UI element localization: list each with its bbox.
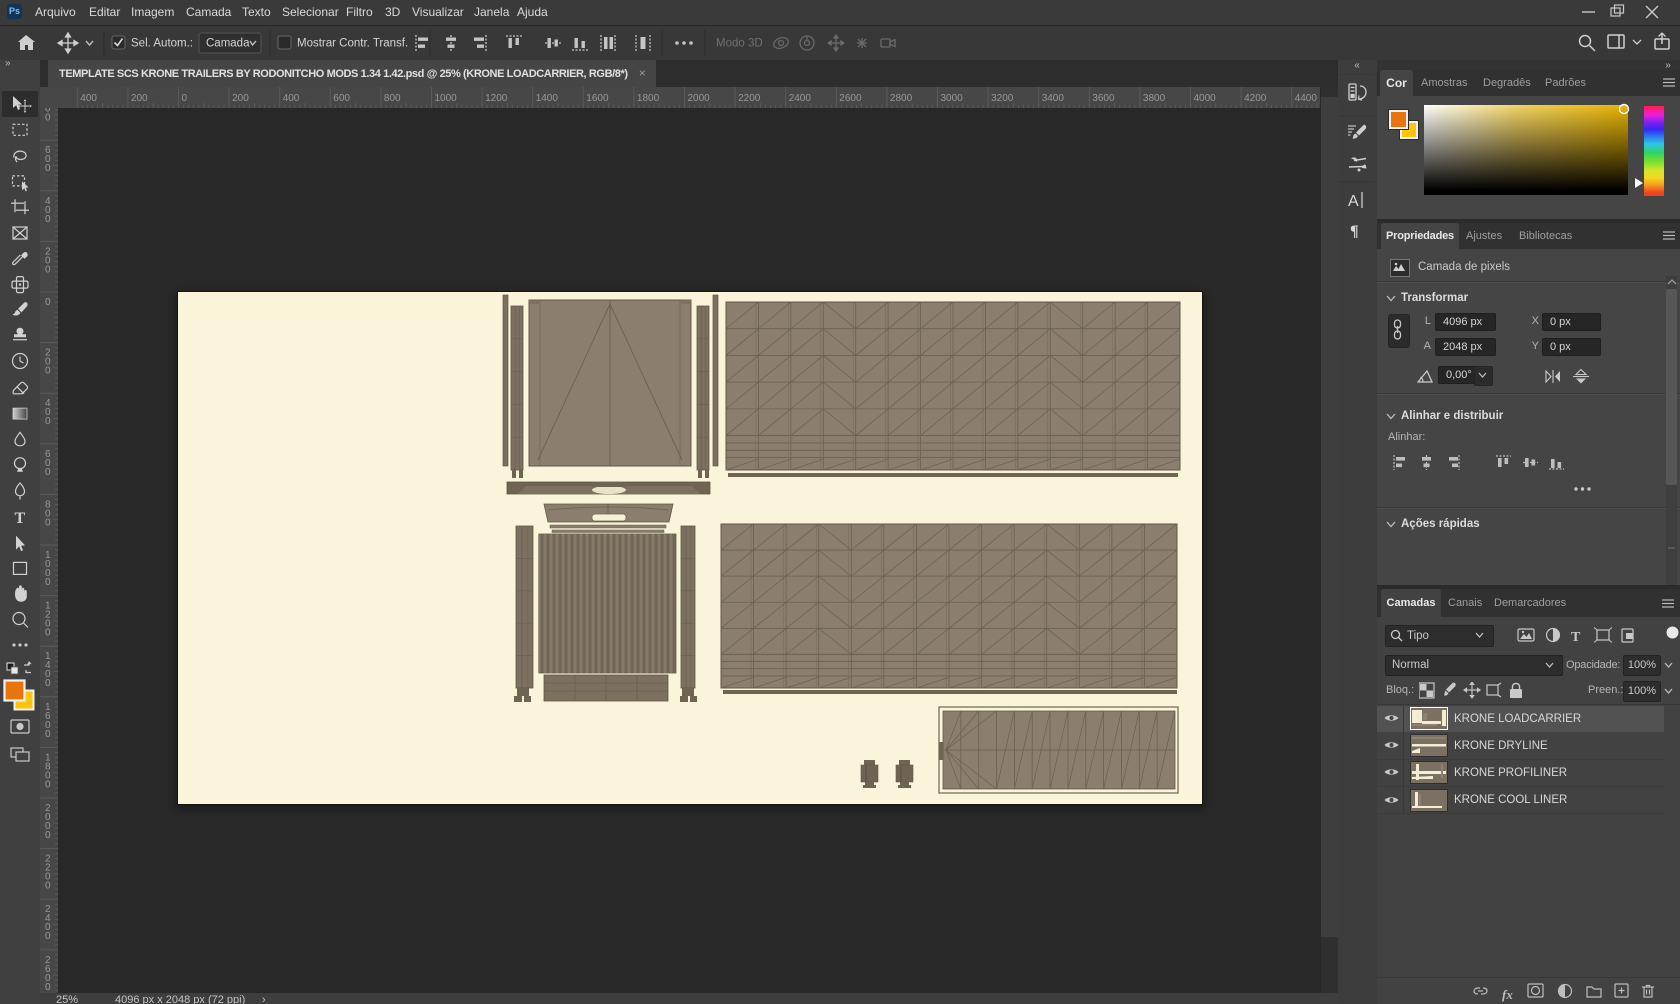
- svg-text:1400: 1400: [536, 93, 559, 104]
- svg-text:0: 0: [45, 366, 51, 377]
- svg-text:0: 0: [45, 678, 51, 689]
- svg-text:2000: 2000: [688, 93, 711, 104]
- svg-text:3000: 3000: [941, 93, 964, 104]
- svg-text:0: 0: [45, 729, 51, 740]
- svg-text:2600: 2600: [839, 93, 862, 104]
- svg-text:T: T: [15, 510, 26, 527]
- svg-text:4400: 4400: [1295, 93, 1318, 104]
- svg-text:0: 0: [45, 982, 51, 993]
- svg-text:0: 0: [45, 577, 51, 588]
- svg-text:Camada: Camada: [206, 38, 250, 50]
- svg-text:200: 200: [131, 93, 148, 104]
- svg-text:0: 0: [45, 931, 51, 942]
- svg-text:2400: 2400: [789, 93, 812, 104]
- svg-text:4000: 4000: [1194, 93, 1217, 104]
- svg-text:1000: 1000: [435, 93, 458, 104]
- svg-text:600: 600: [333, 93, 350, 104]
- svg-text:0: 0: [45, 830, 51, 841]
- svg-text:¶: ¶: [1350, 223, 1359, 240]
- svg-text:400: 400: [80, 93, 97, 104]
- svg-text:0: 0: [45, 881, 51, 892]
- svg-text:0: 0: [45, 297, 51, 308]
- svg-text:3800: 3800: [1143, 93, 1166, 104]
- svg-text:0: 0: [45, 628, 51, 639]
- svg-text:1800: 1800: [637, 93, 660, 104]
- svg-text:0: 0: [45, 467, 51, 478]
- svg-text:3600: 3600: [1092, 93, 1115, 104]
- svg-text:0: 0: [45, 416, 51, 427]
- svg-text:Mostrar Contr. Transf.: Mostrar Contr. Transf.: [297, 38, 408, 50]
- svg-text:0: 0: [45, 779, 51, 790]
- svg-text:2200: 2200: [738, 93, 761, 104]
- svg-text:0: 0: [45, 163, 51, 174]
- svg-text:1600: 1600: [586, 93, 609, 104]
- svg-text:Modo 3D: Modo 3D: [716, 38, 763, 50]
- svg-text:0: 0: [45, 113, 51, 124]
- svg-text:2800: 2800: [890, 93, 913, 104]
- svg-text:3400: 3400: [1042, 93, 1065, 104]
- svg-text:0: 0: [182, 93, 188, 104]
- svg-text:Sel. Autom.:: Sel. Autom.:: [131, 38, 193, 50]
- svg-text:A: A: [1348, 193, 1359, 210]
- svg-text:3200: 3200: [991, 93, 1014, 104]
- svg-text:1200: 1200: [485, 93, 508, 104]
- svg-text:fx: fx: [1502, 987, 1513, 1002]
- svg-text:400: 400: [283, 93, 300, 104]
- svg-text:800: 800: [384, 93, 401, 104]
- svg-text:0: 0: [45, 214, 51, 225]
- svg-text:0: 0: [45, 264, 51, 275]
- svg-text:4200: 4200: [1244, 93, 1267, 104]
- svg-text:T: T: [1571, 630, 1581, 645]
- svg-text:200: 200: [232, 93, 249, 104]
- svg-text:0: 0: [45, 517, 51, 528]
